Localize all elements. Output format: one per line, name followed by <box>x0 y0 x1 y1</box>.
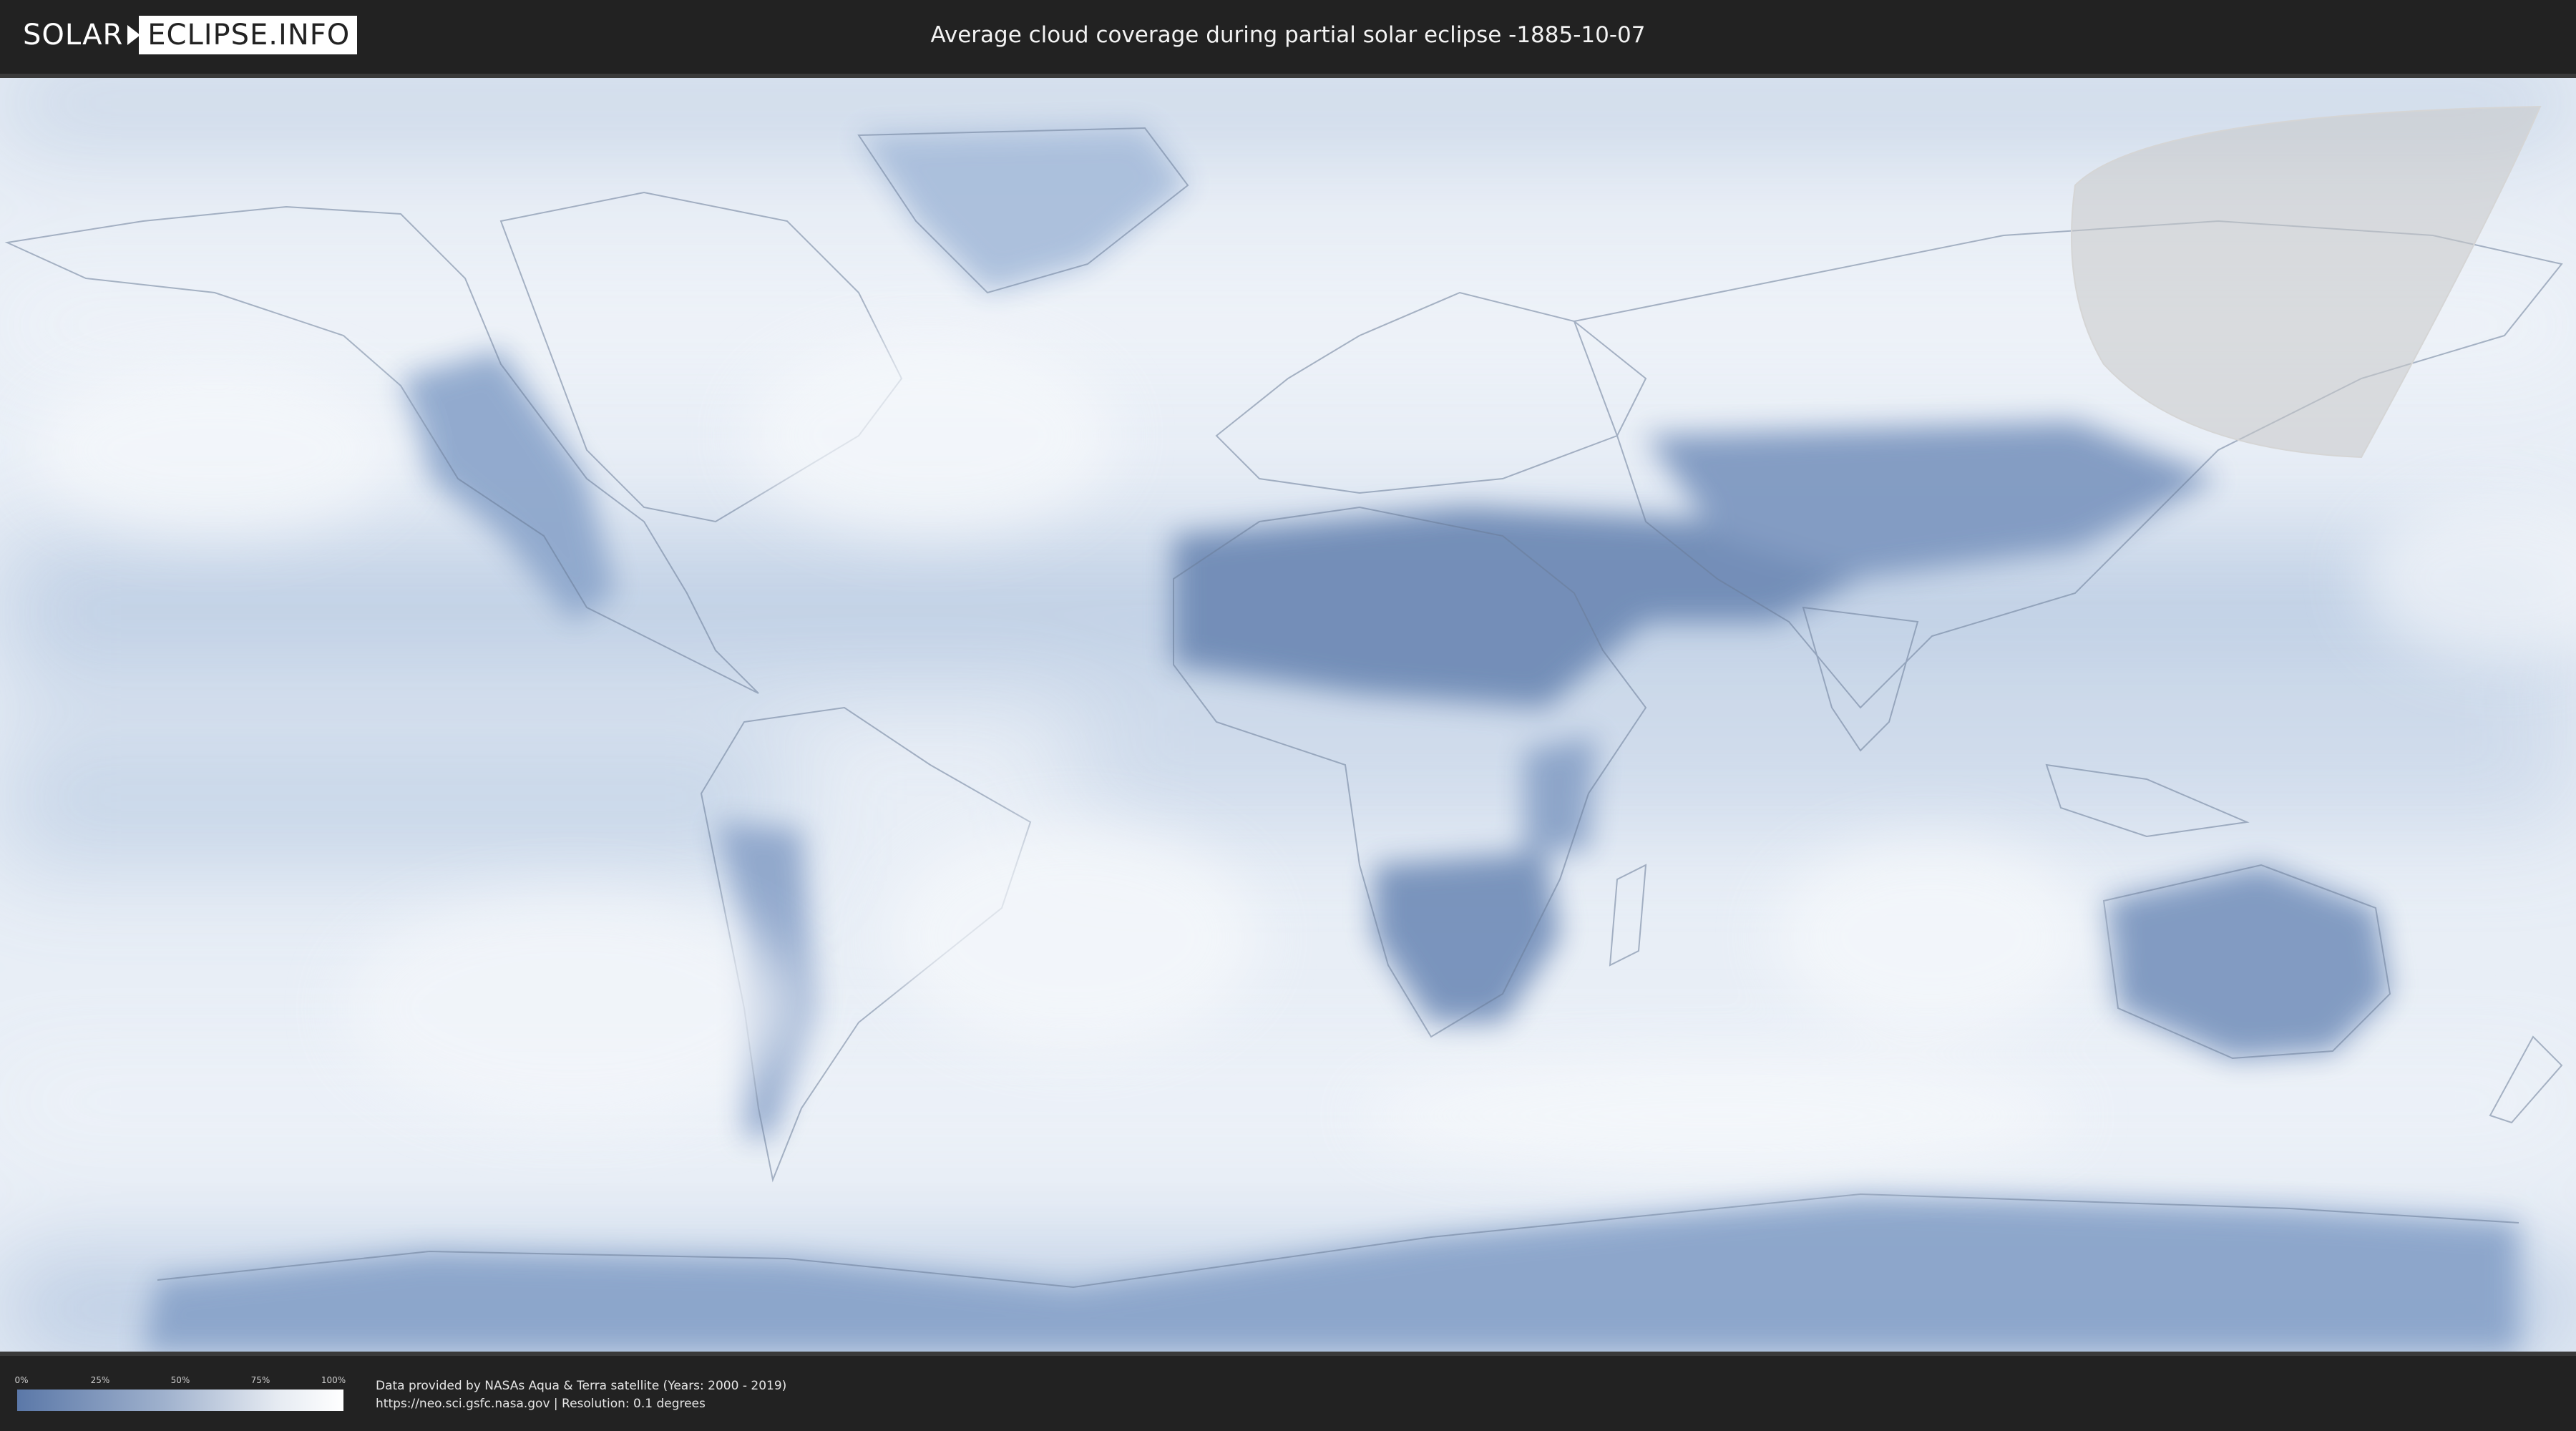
legend-tick-25: 25% <box>90 1375 110 1385</box>
legend-tick-100: 100% <box>321 1375 346 1385</box>
page-title: Average cloud coverage during partial so… <box>930 22 1646 48</box>
legend-tick-75: 75% <box>250 1375 270 1385</box>
legend-tick-0: 0% <box>14 1375 29 1385</box>
credits-line-1: Data provided by NASAs Aqua & Terra sate… <box>376 1379 787 1393</box>
credits-line-2[interactable]: https://neo.sci.gsfc.nasa.gov | Resoluti… <box>376 1395 786 1413</box>
cloud-coverage-map[interactable] <box>0 74 2576 1356</box>
legend-tick-50: 50% <box>170 1375 190 1385</box>
legend-ticks: 0% 25% 50% 75% 100% <box>14 1375 346 1388</box>
cloud-coverage-legend: 0% 25% 50% 75% 100% <box>14 1375 346 1411</box>
data-credits: Data provided by NASAs Aqua & Terra sate… <box>376 1377 786 1413</box>
legend-gradient-bar <box>17 1390 343 1411</box>
top-bar: SOLAR ECLIPSE.INFO Average cloud coverag… <box>0 0 2576 72</box>
